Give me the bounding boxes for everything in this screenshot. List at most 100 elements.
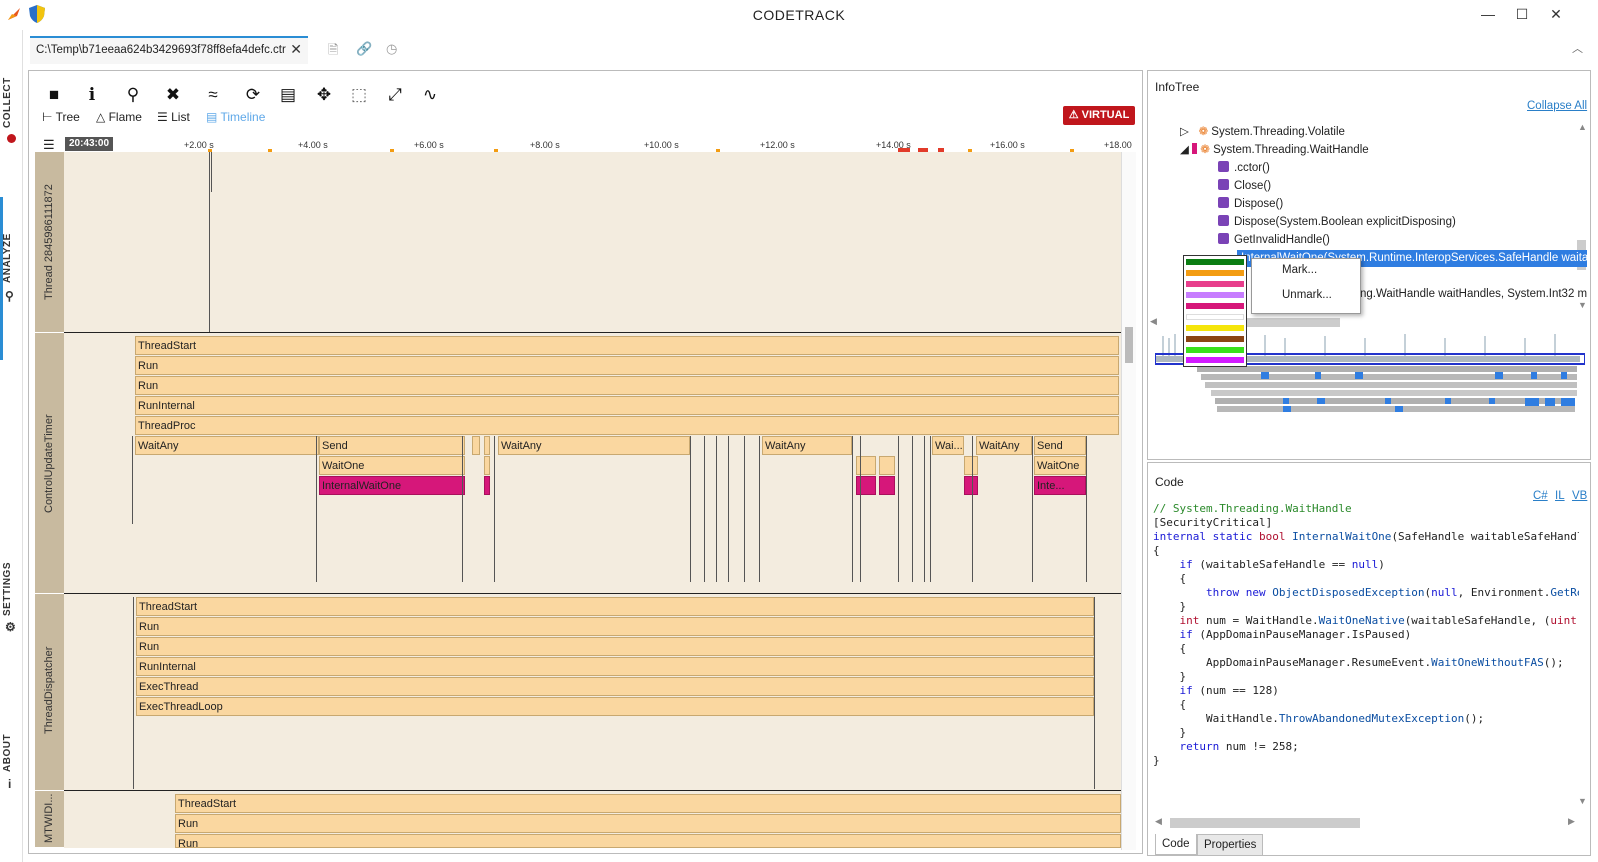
refresh-icon[interactable]: ⟳ bbox=[241, 84, 265, 106]
nav-item-settings[interactable]: SETTINGS ⚙ bbox=[0, 562, 22, 642]
frame-bar[interactable]: WaitAny bbox=[976, 436, 1032, 455]
fit-rows-icon[interactable]: ▤ bbox=[276, 84, 300, 106]
frame-bar[interactable]: Run bbox=[175, 834, 1121, 848]
frame-bar[interactable]: ThreadStart bbox=[175, 794, 1121, 813]
color-swatch[interactable] bbox=[1186, 325, 1244, 331]
menu-item-mark[interactable]: Mark... bbox=[1282, 264, 1317, 276]
fullscreen-icon[interactable]: ⤢ bbox=[383, 84, 407, 106]
thread-label[interactable]: ControlUpdateTimer bbox=[35, 333, 64, 594]
frame-bar[interactable] bbox=[484, 456, 490, 475]
tree-row[interactable]: GetInvalidHandle() bbox=[1218, 231, 1330, 249]
frame-bar[interactable] bbox=[879, 456, 895, 475]
frame-bar-marked[interactable] bbox=[879, 476, 895, 495]
color-swatch[interactable] bbox=[1186, 303, 1244, 309]
tab-flame[interactable]: △ Flame bbox=[96, 110, 142, 124]
frame-bar[interactable]: ExecThreadLoop bbox=[136, 697, 1094, 716]
file-icon[interactable]: 🗎 bbox=[328, 41, 338, 63]
lang-vb-link[interactable]: VB bbox=[1572, 490, 1587, 502]
expand-icon[interactable]: ▷ bbox=[1180, 126, 1189, 138]
chart-icon[interactable]: ∿ bbox=[418, 84, 442, 106]
tab-tree[interactable]: ⊢ Tree bbox=[42, 110, 80, 124]
nav-item-analyze[interactable]: ANALYZE ⚲ bbox=[0, 233, 22, 315]
menu-item-unmark[interactable]: Unmark... bbox=[1282, 289, 1332, 301]
collapse-icon[interactable]: ◢ bbox=[1180, 144, 1189, 156]
thread-label[interactable]: ThreadDispatcher bbox=[35, 594, 64, 791]
code-view[interactable]: // System.Threading.WaitHandle [Security… bbox=[1153, 502, 1579, 807]
color-swatch[interactable] bbox=[1186, 292, 1244, 298]
scrollbar-thumb[interactable] bbox=[1125, 327, 1133, 363]
nav-item-about[interactable]: ABOUT i bbox=[0, 732, 22, 792]
color-swatch[interactable] bbox=[1186, 270, 1244, 276]
frame-bar-marked[interactable]: InternalWaitOne bbox=[319, 476, 465, 495]
tab-list[interactable]: ☰ List bbox=[157, 110, 190, 124]
frame-bar[interactable]: Run bbox=[136, 637, 1094, 656]
clock-icon[interactable]: ◷ bbox=[386, 41, 397, 57]
color-swatch[interactable] bbox=[1186, 357, 1244, 363]
search-icon[interactable]: ⚲ bbox=[121, 84, 145, 106]
code-hscrollbar-thumb[interactable] bbox=[1170, 818, 1360, 828]
lang-il-link[interactable]: IL bbox=[1555, 490, 1565, 502]
scroll-down-icon[interactable]: ▼ bbox=[1578, 796, 1587, 806]
scroll-left-icon[interactable]: ◀ bbox=[1155, 816, 1162, 827]
frame-bar[interactable] bbox=[472, 436, 480, 455]
mark-color-picker[interactable] bbox=[1183, 255, 1247, 367]
tree-hscrollbar-thumb[interactable] bbox=[1240, 318, 1340, 327]
color-swatch[interactable] bbox=[1186, 281, 1244, 287]
tab-timeline[interactable]: ▤ Timeline bbox=[206, 110, 265, 124]
color-swatch[interactable] bbox=[1186, 259, 1244, 265]
frame-bar[interactable]: WaitOne bbox=[1034, 456, 1086, 475]
frame-bar[interactable]: Wai... bbox=[932, 436, 964, 455]
scroll-up-icon[interactable]: ▲ bbox=[1578, 122, 1587, 132]
frame-bar[interactable]: Send bbox=[319, 436, 465, 455]
scroll-right-icon[interactable]: ▶ bbox=[1568, 816, 1575, 827]
tab-code[interactable]: Code bbox=[1155, 834, 1197, 855]
frame-bar[interactable]: WaitAny bbox=[135, 436, 319, 455]
frame-bar[interactable]: Run bbox=[135, 356, 1119, 375]
frame-bar[interactable]: WaitAny bbox=[498, 436, 690, 455]
info-icon[interactable]: i bbox=[80, 84, 104, 106]
maximize-button[interactable]: ☐ bbox=[1512, 6, 1532, 24]
frame-bar-marked[interactable] bbox=[484, 476, 490, 495]
link-icon[interactable]: 🔗 bbox=[356, 41, 372, 57]
frame-bar-marked[interactable] bbox=[964, 476, 978, 495]
tree-row-partial[interactable]: ng.WaitHandle waitHandles, System.Int32 … bbox=[1360, 285, 1587, 303]
tree-row[interactable]: ◢ ❁ System.Threading.WaitHandle bbox=[1180, 141, 1369, 159]
briefcase-icon[interactable]: ■ bbox=[42, 84, 66, 106]
tree-row[interactable]: Close() bbox=[1218, 177, 1271, 195]
scroll-left-icon[interactable]: ◀ bbox=[1150, 316, 1157, 327]
tree-row[interactable]: ▷ ❁ System.Threading.Volatile bbox=[1180, 123, 1345, 141]
filter-wave-icon[interactable]: ≈ bbox=[201, 84, 225, 106]
frame-bar[interactable]: ThreadProc bbox=[135, 416, 1119, 435]
move-icon[interactable]: ✥ bbox=[312, 84, 336, 106]
nav-item-collect[interactable]: COLLECT bbox=[0, 77, 22, 160]
dock-chevron-icon[interactable]: ︿ bbox=[1572, 40, 1583, 56]
frame-bar[interactable]: ExecThread bbox=[136, 677, 1094, 696]
color-swatch[interactable] bbox=[1186, 336, 1244, 342]
close-tab-button[interactable]: ✕ bbox=[290, 41, 302, 58]
frame-bar[interactable]: WaitOne bbox=[319, 456, 465, 475]
frame-bar[interactable]: Run bbox=[135, 376, 1119, 395]
frame-bar[interactable]: WaitAny bbox=[762, 436, 852, 455]
timeline-scrollbar[interactable] bbox=[1121, 152, 1136, 850]
selection-icon[interactable]: ⬚ bbox=[347, 84, 371, 106]
file-tab[interactable]: C:\Temp\b71eeaa624b3429693f78ff8efa4defc… bbox=[30, 36, 308, 64]
minimize-button[interactable]: — bbox=[1478, 6, 1498, 24]
frame-bar-marked[interactable] bbox=[856, 476, 876, 495]
close-button[interactable]: ✕ bbox=[1546, 6, 1566, 24]
frame-bar[interactable] bbox=[484, 436, 490, 455]
tree-row[interactable]: Dispose(System.Boolean explicitDisposing… bbox=[1218, 213, 1456, 231]
clear-icon[interactable]: ✖ bbox=[161, 84, 185, 106]
frame-bar-marked[interactable]: Inte... bbox=[1034, 476, 1086, 495]
frame-bar[interactable]: Run bbox=[175, 814, 1121, 833]
color-swatch[interactable] bbox=[1186, 347, 1244, 353]
collapse-all-link[interactable]: Collapse All bbox=[1527, 100, 1587, 112]
thread-label[interactable]: Thread 2845986111872 bbox=[35, 152, 64, 333]
frame-bar[interactable]: ThreadStart bbox=[136, 597, 1094, 616]
frame-bar[interactable] bbox=[856, 456, 876, 475]
frame-bar[interactable]: RunInternal bbox=[136, 657, 1094, 676]
frame-bar[interactable]: RunInternal bbox=[135, 396, 1119, 415]
menu-icon[interactable]: ☰ bbox=[43, 137, 55, 153]
tab-properties[interactable]: Properties bbox=[1197, 834, 1264, 856]
thread-label[interactable]: MTWIDI... bbox=[35, 791, 64, 848]
frame-bar[interactable]: ThreadStart bbox=[135, 336, 1119, 355]
